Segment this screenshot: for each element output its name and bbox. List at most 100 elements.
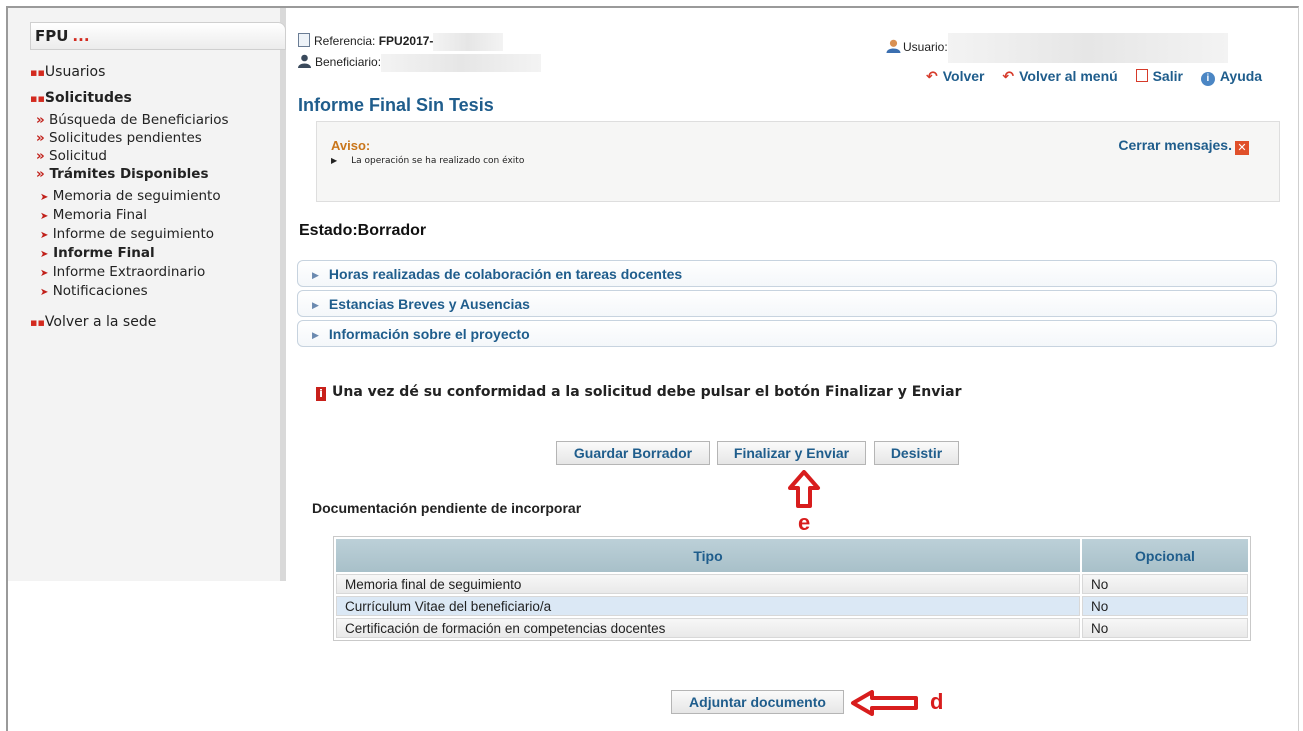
sidebar-item-busqueda[interactable]: » Búsqueda de Beneficiarios	[36, 112, 229, 128]
sidebar-item-informe-seguimiento[interactable]: ➤ Informe de seguimiento	[40, 226, 214, 242]
column-header-opcional[interactable]: Opcional	[1082, 539, 1248, 572]
sidebar-item-label: Informe de seguimiento	[52, 226, 214, 242]
notice-text-row: i Una vez dé su conformidad a la solicitu…	[316, 384, 962, 401]
document-icon	[298, 33, 310, 48]
arrow-right-icon: ➤	[40, 192, 49, 203]
cell-tipo: Certificación de formación en competenci…	[336, 618, 1080, 638]
sidebar-item-label: Trámites Disponibles	[49, 166, 209, 182]
column-header-tipo[interactable]: Tipo	[336, 539, 1080, 572]
sidebar-item-informe-final[interactable]: ➤ Informe Final	[40, 245, 155, 261]
bullet-icon: ▪▪	[30, 316, 45, 329]
bullet-icon: ▪▪	[30, 92, 45, 105]
sidebar-item-memoria-seguimiento[interactable]: ➤ Memoria de seguimiento	[40, 188, 221, 204]
sidebar: FPU... ▪▪Usuarios ▪▪Solicitudes » Búsque…	[8, 8, 286, 581]
table-row[interactable]: Memoria final de seguimiento No	[336, 574, 1248, 594]
sidebar-item-solicitud[interactable]: » Solicitud	[36, 148, 107, 164]
info-icon: i	[316, 387, 326, 401]
sidebar-header: FPU...	[30, 22, 286, 50]
section-horas[interactable]: ▶ Horas realizadas de colaboración en tar…	[297, 260, 1277, 287]
close-messages-label: Cerrar mensajes.	[1118, 137, 1232, 153]
sidebar-item-solicitudes[interactable]: ▪▪Solicitudes	[30, 90, 132, 106]
sidebar-item-volver-sede[interactable]: ▪▪Volver a la sede	[30, 314, 156, 330]
sidebar-item-label: Búsqueda de Beneficiarios	[49, 112, 229, 128]
cell-tipo: Currículum Vitae del beneficiario/a	[336, 596, 1080, 616]
double-chevron-icon: »	[36, 112, 45, 128]
section-proyecto[interactable]: ▶ Información sobre el proyecto	[297, 320, 1277, 347]
arrow-left-annotation-icon	[850, 690, 920, 721]
person-icon	[298, 54, 311, 69]
adjuntar-documento-button[interactable]: Adjuntar documento	[671, 690, 844, 714]
sidebar-item-informe-extraordinario[interactable]: ➤ Informe Extraordinario	[40, 264, 205, 280]
double-chevron-icon: »	[36, 166, 45, 182]
sidebar-item-notificaciones[interactable]: ➤ Notificaciones	[40, 283, 148, 299]
guardar-borrador-button[interactable]: Guardar Borrador	[556, 441, 710, 465]
back-arrow-icon: ↶	[1002, 68, 1015, 84]
aviso-title: Aviso:	[331, 138, 371, 153]
redacted-value	[381, 54, 542, 72]
volver-menu-link[interactable]: ↶ Volver al menú	[1002, 68, 1117, 84]
sidebar-item-pendientes[interactable]: » Solicitudes pendientes	[36, 130, 202, 146]
arrow-right-icon: ➤	[40, 268, 49, 279]
volver-label: Volver	[942, 68, 985, 84]
exit-icon	[1135, 69, 1148, 82]
arrow-right-icon: ➤	[40, 249, 49, 260]
chevron-right-icon: ▶	[312, 330, 319, 340]
sidebar-item-label: Informe Final	[53, 245, 155, 261]
cell-opcional: No	[1082, 574, 1248, 594]
app-title-dots: ...	[72, 27, 90, 45]
sidebar-item-label: Informe Extraordinario	[52, 264, 206, 280]
page-title: Informe Final Sin Tesis	[298, 95, 494, 115]
referencia-value: FPU2017-	[378, 34, 434, 49]
section-label: Información sobre el proyecto	[328, 326, 530, 342]
ayuda-label: Ayuda	[1219, 68, 1263, 84]
table-row[interactable]: Currículum Vitae del beneficiario/a No	[336, 596, 1248, 616]
arrow-right-icon: ➤	[40, 287, 49, 298]
sidebar-item-label: Notificaciones	[52, 283, 148, 299]
cell-opcional: No	[1082, 596, 1248, 616]
referencia-label: Referencia:	[314, 34, 376, 49]
close-messages-link[interactable]: Cerrar mensajes. ✕	[1118, 137, 1249, 155]
top-nav: ↶ Volver ↶ Volver al menú Salir i Ayuda	[926, 68, 1262, 86]
double-chevron-icon: »	[36, 130, 45, 146]
salir-link[interactable]: Salir	[1135, 68, 1183, 84]
sidebar-item-label: Memoria de seguimiento	[52, 188, 221, 204]
sidebar-item-label: Memoria Final	[52, 207, 148, 223]
volver-link[interactable]: ↶ Volver	[926, 68, 985, 84]
arrow-right-icon: ➤	[40, 230, 49, 241]
sidebar-item-tramites[interactable]: » Trámites Disponibles	[36, 166, 209, 182]
sidebar-item-memoria-final[interactable]: ➤ Memoria Final	[40, 207, 147, 223]
aviso-message-row: ▶ La operación se ha realizado con éxito	[331, 156, 524, 166]
ayuda-link[interactable]: i Ayuda	[1200, 68, 1263, 86]
desistir-button[interactable]: Desistir	[874, 441, 959, 465]
usuario-row: Usuario:	[886, 33, 1228, 63]
info-icon: i	[1200, 72, 1215, 86]
sidebar-item-label: Solicitud	[49, 148, 107, 164]
sidebar-item-usuarios[interactable]: ▪▪Usuarios	[30, 64, 105, 80]
salir-label: Salir	[1152, 68, 1183, 84]
chevron-right-icon: ▶	[312, 300, 319, 310]
aviso-message: La operación se ha realizado con éxito	[351, 156, 525, 166]
cell-tipo: Memoria final de seguimiento	[336, 574, 1080, 594]
redacted-value	[433, 33, 504, 51]
section-label: Horas realizadas de colaboración en tare…	[328, 266, 683, 282]
arrow-up-annotation-icon	[787, 470, 821, 515]
volver-menu-label: Volver al menú	[1019, 68, 1118, 84]
user-icon	[886, 39, 901, 54]
app-title: FPU	[35, 27, 69, 45]
notice-text: Una vez dé su conformidad a la solicitud…	[332, 384, 962, 400]
section-label: Estancias Breves y Ausencias	[328, 296, 530, 312]
chevron-right-icon: ▶	[312, 270, 319, 280]
sidebar-item-label: Solicitudes	[44, 90, 132, 106]
finalizar-enviar-button[interactable]: Finalizar y Enviar	[717, 441, 866, 465]
docs-heading: Documentación pendiente de incorporar	[312, 500, 582, 516]
table-row[interactable]: Certificación de formación en competenci…	[336, 618, 1248, 638]
referencia-row: Referencia: FPU2017-	[298, 33, 504, 51]
sidebar-item-label: Volver a la sede	[44, 314, 157, 330]
documents-table: Tipo Opcional Memoria final de seguimien…	[333, 536, 1251, 641]
sidebar-item-label: Solicitudes pendientes	[49, 130, 202, 146]
close-icon: ✕	[1235, 141, 1249, 155]
section-estancias[interactable]: ▶ Estancias Breves y Ausencias	[297, 290, 1277, 317]
cell-opcional: No	[1082, 618, 1248, 638]
beneficiario-row: Beneficiario:	[298, 54, 542, 72]
message-box: Aviso: ▶ La operación se ha realizado con…	[316, 121, 1280, 202]
